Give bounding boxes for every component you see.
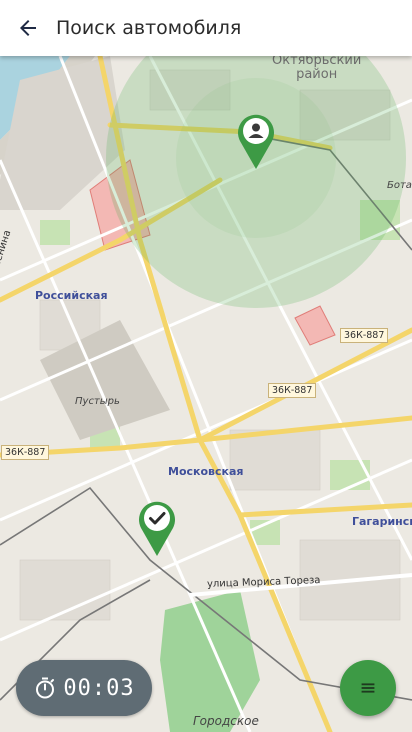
timer-value: 00:03 <box>63 675 135 701</box>
car-location-marker[interactable] <box>137 498 177 558</box>
back-button[interactable] <box>0 0 56 56</box>
station-label-moskovskaya[interactable]: Московская <box>168 465 243 478</box>
road-badge: 36К-887 <box>1 445 50 460</box>
map-canvas[interactable] <box>0 56 412 732</box>
search-timer: 00:03 <box>16 660 152 716</box>
menu-icon <box>361 683 375 693</box>
station-label-rossiyskaya[interactable]: Российская <box>35 289 108 302</box>
menu-fab-button[interactable] <box>340 660 396 716</box>
user-location-marker[interactable] <box>236 111 276 171</box>
road-badge: 36К-887 <box>268 383 317 398</box>
area-label-gorodskoe: Городское <box>193 714 259 728</box>
partial-area-label: Бота <box>387 180 412 191</box>
person-pin-icon <box>238 114 274 169</box>
arrow-back-icon <box>20 20 36 36</box>
map-view[interactable]: Октябрьский район Бота Российская Москов… <box>0 56 412 732</box>
check-pin-icon <box>139 501 175 556</box>
app-bar: Поиск автомобиля <box>0 0 412 56</box>
road-badge: 36К-887 <box>340 328 389 343</box>
area-label-pustyr: Пустырь <box>75 396 120 407</box>
district-label-line2: район <box>296 67 338 82</box>
station-label-gagarinskaya[interactable]: Гагаринск <box>352 515 412 528</box>
timer-icon <box>36 677 55 699</box>
page-title: Поиск автомобиля <box>56 17 242 39</box>
district-label: Октябрьский район <box>272 56 361 82</box>
